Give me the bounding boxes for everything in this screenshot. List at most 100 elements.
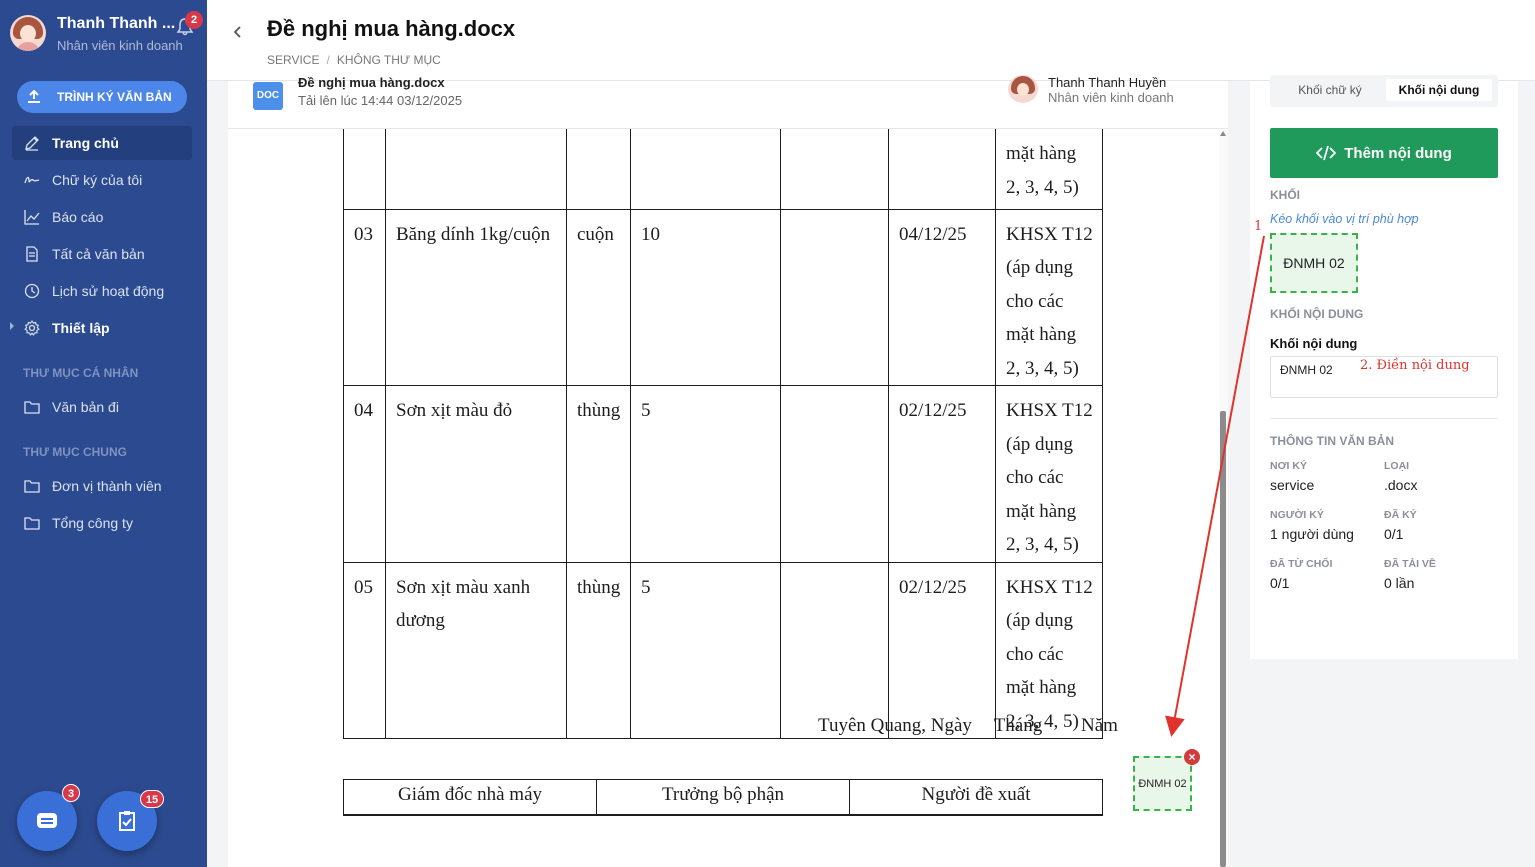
scroll-up-arrow-icon[interactable]	[1220, 131, 1226, 136]
breadcrumb-service[interactable]: SERVICE	[267, 53, 319, 67]
content-field-label: Khối nội dung	[1270, 336, 1358, 351]
table-cell	[343, 129, 386, 210]
downloaded-label: ĐÃ TẢI VỀ	[1384, 558, 1436, 570]
sidebar-item-member-units[interactable]: Đơn vị thành viên	[12, 469, 192, 503]
content-field[interactable]: ĐNMH 02 2. Điền nội dung	[1270, 356, 1498, 398]
placed-content-block[interactable]: ĐNMH 02	[1133, 756, 1192, 811]
table-cell	[780, 562, 889, 739]
table-cell	[780, 209, 889, 386]
table-cell: thùng	[566, 562, 631, 739]
type-value: .docx	[1384, 477, 1418, 493]
block-heading: KHỐI	[1270, 188, 1300, 202]
date-line-month: Tháng	[993, 715, 1043, 736]
user-role: Nhân viên kinh doanh	[57, 38, 183, 53]
document-icon	[26, 246, 38, 262]
sidebar-item-label: Tất cả văn bản	[52, 246, 145, 262]
user-name: Thanh Thanh ...	[57, 15, 176, 32]
sidebar-item-label: Lịch sử hoạt động	[52, 283, 165, 299]
gear-icon	[24, 320, 40, 336]
avatar	[1008, 75, 1038, 103]
table-cell: thùng	[566, 385, 631, 563]
sidebar-item-home[interactable]: Trang chủ	[12, 126, 192, 160]
table-cell: cuộn	[566, 209, 631, 386]
properties-panel: Khối chữ ký Khối nội dung Thêm nội dung …	[1250, 75, 1518, 659]
signer-cell: Người đề xuất	[849, 779, 1103, 816]
tab-signature-block[interactable]: Khối chữ ký	[1276, 79, 1384, 101]
user-profile[interactable]: Thanh Thanh ... Nhân viên kinh doanh 2	[10, 11, 203, 53]
table-row: Giám đốc nhà máy Trưởng bộ phận Người đề…	[343, 779, 1103, 816]
table-cell: 05	[343, 562, 386, 739]
add-content-button[interactable]: Thêm nội dung	[1270, 128, 1498, 178]
upload-icon	[28, 90, 40, 103]
table-cell: 04/12/25	[888, 209, 996, 386]
signer-cell: Trưởng bộ phận	[596, 779, 850, 816]
table-row: 05 Sơn xịt màu xanh dương thùng 5 02/12/…	[343, 562, 1103, 739]
breadcrumb: SERVICE / KHÔNG THƯ MỤC	[267, 53, 441, 67]
submit-sign-button[interactable]: TRÌNH KÝ VĂN BẢN	[17, 81, 187, 113]
breadcrumb-folder[interactable]: KHÔNG THƯ MỤC	[337, 53, 441, 67]
scrollbar-thumb[interactable]	[1220, 411, 1226, 867]
add-content-label: Thêm nội dung	[1344, 144, 1452, 162]
folder-icon	[24, 517, 40, 530]
avatar	[10, 15, 46, 51]
sign-place-label: NƠI KÝ	[1270, 460, 1307, 472]
document-info-bar: DOC Đề nghị mua hàng.docx Tải lên lúc 14…	[228, 75, 1228, 129]
owner-name: Thanh Thanh Huyền	[1048, 75, 1167, 90]
table-cell: 04	[343, 385, 386, 563]
table-cell	[888, 129, 996, 210]
sign-place-value: service	[1270, 477, 1315, 493]
table-cell: KHSX T12 (áp dụng cho các mặt hàng 2, 3,…	[995, 385, 1103, 563]
content-field-value: ĐNMH 02	[1280, 363, 1333, 377]
drag-hint: Kéo khối vào vị trí phù hợp	[1270, 212, 1419, 226]
tab-content-block[interactable]: Khối nội dung	[1386, 79, 1492, 101]
chat-icon	[37, 813, 57, 828]
signature-table: Giám đốc nhà máy Trưởng bộ phận Người đề…	[343, 779, 1103, 816]
annotation-step-1: 1	[1254, 219, 1263, 234]
notification-badge: 2	[185, 11, 203, 29]
type-label: LOẠI	[1384, 460, 1410, 472]
sidebar-item-label: Tổng công ty	[52, 515, 133, 531]
sidebar-item-label: Trang chủ	[52, 135, 119, 151]
table-cell	[385, 129, 567, 210]
pen-icon	[25, 136, 39, 151]
document-info-heading: THÔNG TIN VĂN BẢN	[1270, 434, 1394, 448]
sidebar-item-label: Đơn vị thành viên	[52, 478, 162, 494]
document-file-name: Đề nghị mua hàng.docx	[298, 75, 445, 90]
signer-cell: Giám đốc nhà máy	[343, 779, 597, 816]
sidebar-item-corporation[interactable]: Tổng công ty	[12, 506, 192, 540]
sidebar: Thanh Thanh ... Nhân viên kinh doanh 2 T…	[0, 0, 207, 867]
sidebar-item-activity-history[interactable]: Lịch sử hoạt động	[12, 274, 192, 308]
table-cell: Sơn xịt màu đỏ	[385, 385, 567, 563]
date-line: Tuyên Quang, Ngày Tháng Năm	[818, 715, 1118, 737]
close-icon[interactable]: ×	[1184, 749, 1200, 765]
signed-label: ĐÃ KÝ	[1384, 509, 1417, 521]
table-cell: KHSX T12 (áp dụng cho các mặt hàng 2, 3,…	[995, 562, 1103, 739]
sidebar-item-reports[interactable]: Báo cáo	[12, 200, 192, 234]
shared-folder-heading: THƯ MỤC CHUNG	[23, 445, 127, 459]
doc-file-icon: DOC	[253, 82, 283, 110]
table-cell: KHSX T12 (áp dụng cho các mặt hàng 2, 3,…	[995, 209, 1103, 386]
divider	[1270, 418, 1498, 419]
draggable-block[interactable]: ĐNMH 02	[1270, 233, 1358, 293]
downloaded-value: 0 lần	[1384, 575, 1415, 591]
annotation-step-2: 2. Điền nội dung	[1360, 358, 1470, 373]
page-header: Đề nghị mua hàng.docx SERVICE / KHÔNG THƯ …	[207, 0, 1535, 81]
purchase-table: mặt hàng 2, 3, 4, 5) 03 Băng dính 1kg/cu…	[343, 129, 1103, 739]
block-type-tabs: Khối chữ ký Khối nội dung	[1270, 75, 1498, 107]
sidebar-item-label: Báo cáo	[52, 209, 104, 225]
sidebar-item-label: Chữ ký của tôi	[52, 172, 143, 188]
sidebar-item-my-signatures[interactable]: Chữ ký của tôi	[12, 163, 192, 197]
sidebar-item-all-documents[interactable]: Tất cả văn bản	[12, 237, 192, 271]
rejected-label: ĐÃ TỪ CHỐI	[1270, 558, 1333, 570]
chevron-left-icon[interactable]	[231, 24, 245, 40]
sidebar-item-settings[interactable]: Thiết lập	[12, 311, 192, 345]
sidebar-item-outgoing[interactable]: Văn bản đi	[12, 390, 192, 424]
chat-badge: 3	[62, 784, 80, 802]
folder-icon	[24, 401, 40, 414]
personal-folder-heading: THƯ MỤC CÁ NHÂN	[23, 366, 139, 380]
table-cell: Băng dính 1kg/cuộn	[385, 209, 567, 386]
sidebar-item-label: Văn bản đi	[52, 399, 119, 415]
table-cell: 10	[630, 209, 781, 386]
submit-sign-label: TRÌNH KÝ VĂN BẢN	[57, 90, 172, 104]
table-cell: 02/12/25	[888, 385, 996, 563]
